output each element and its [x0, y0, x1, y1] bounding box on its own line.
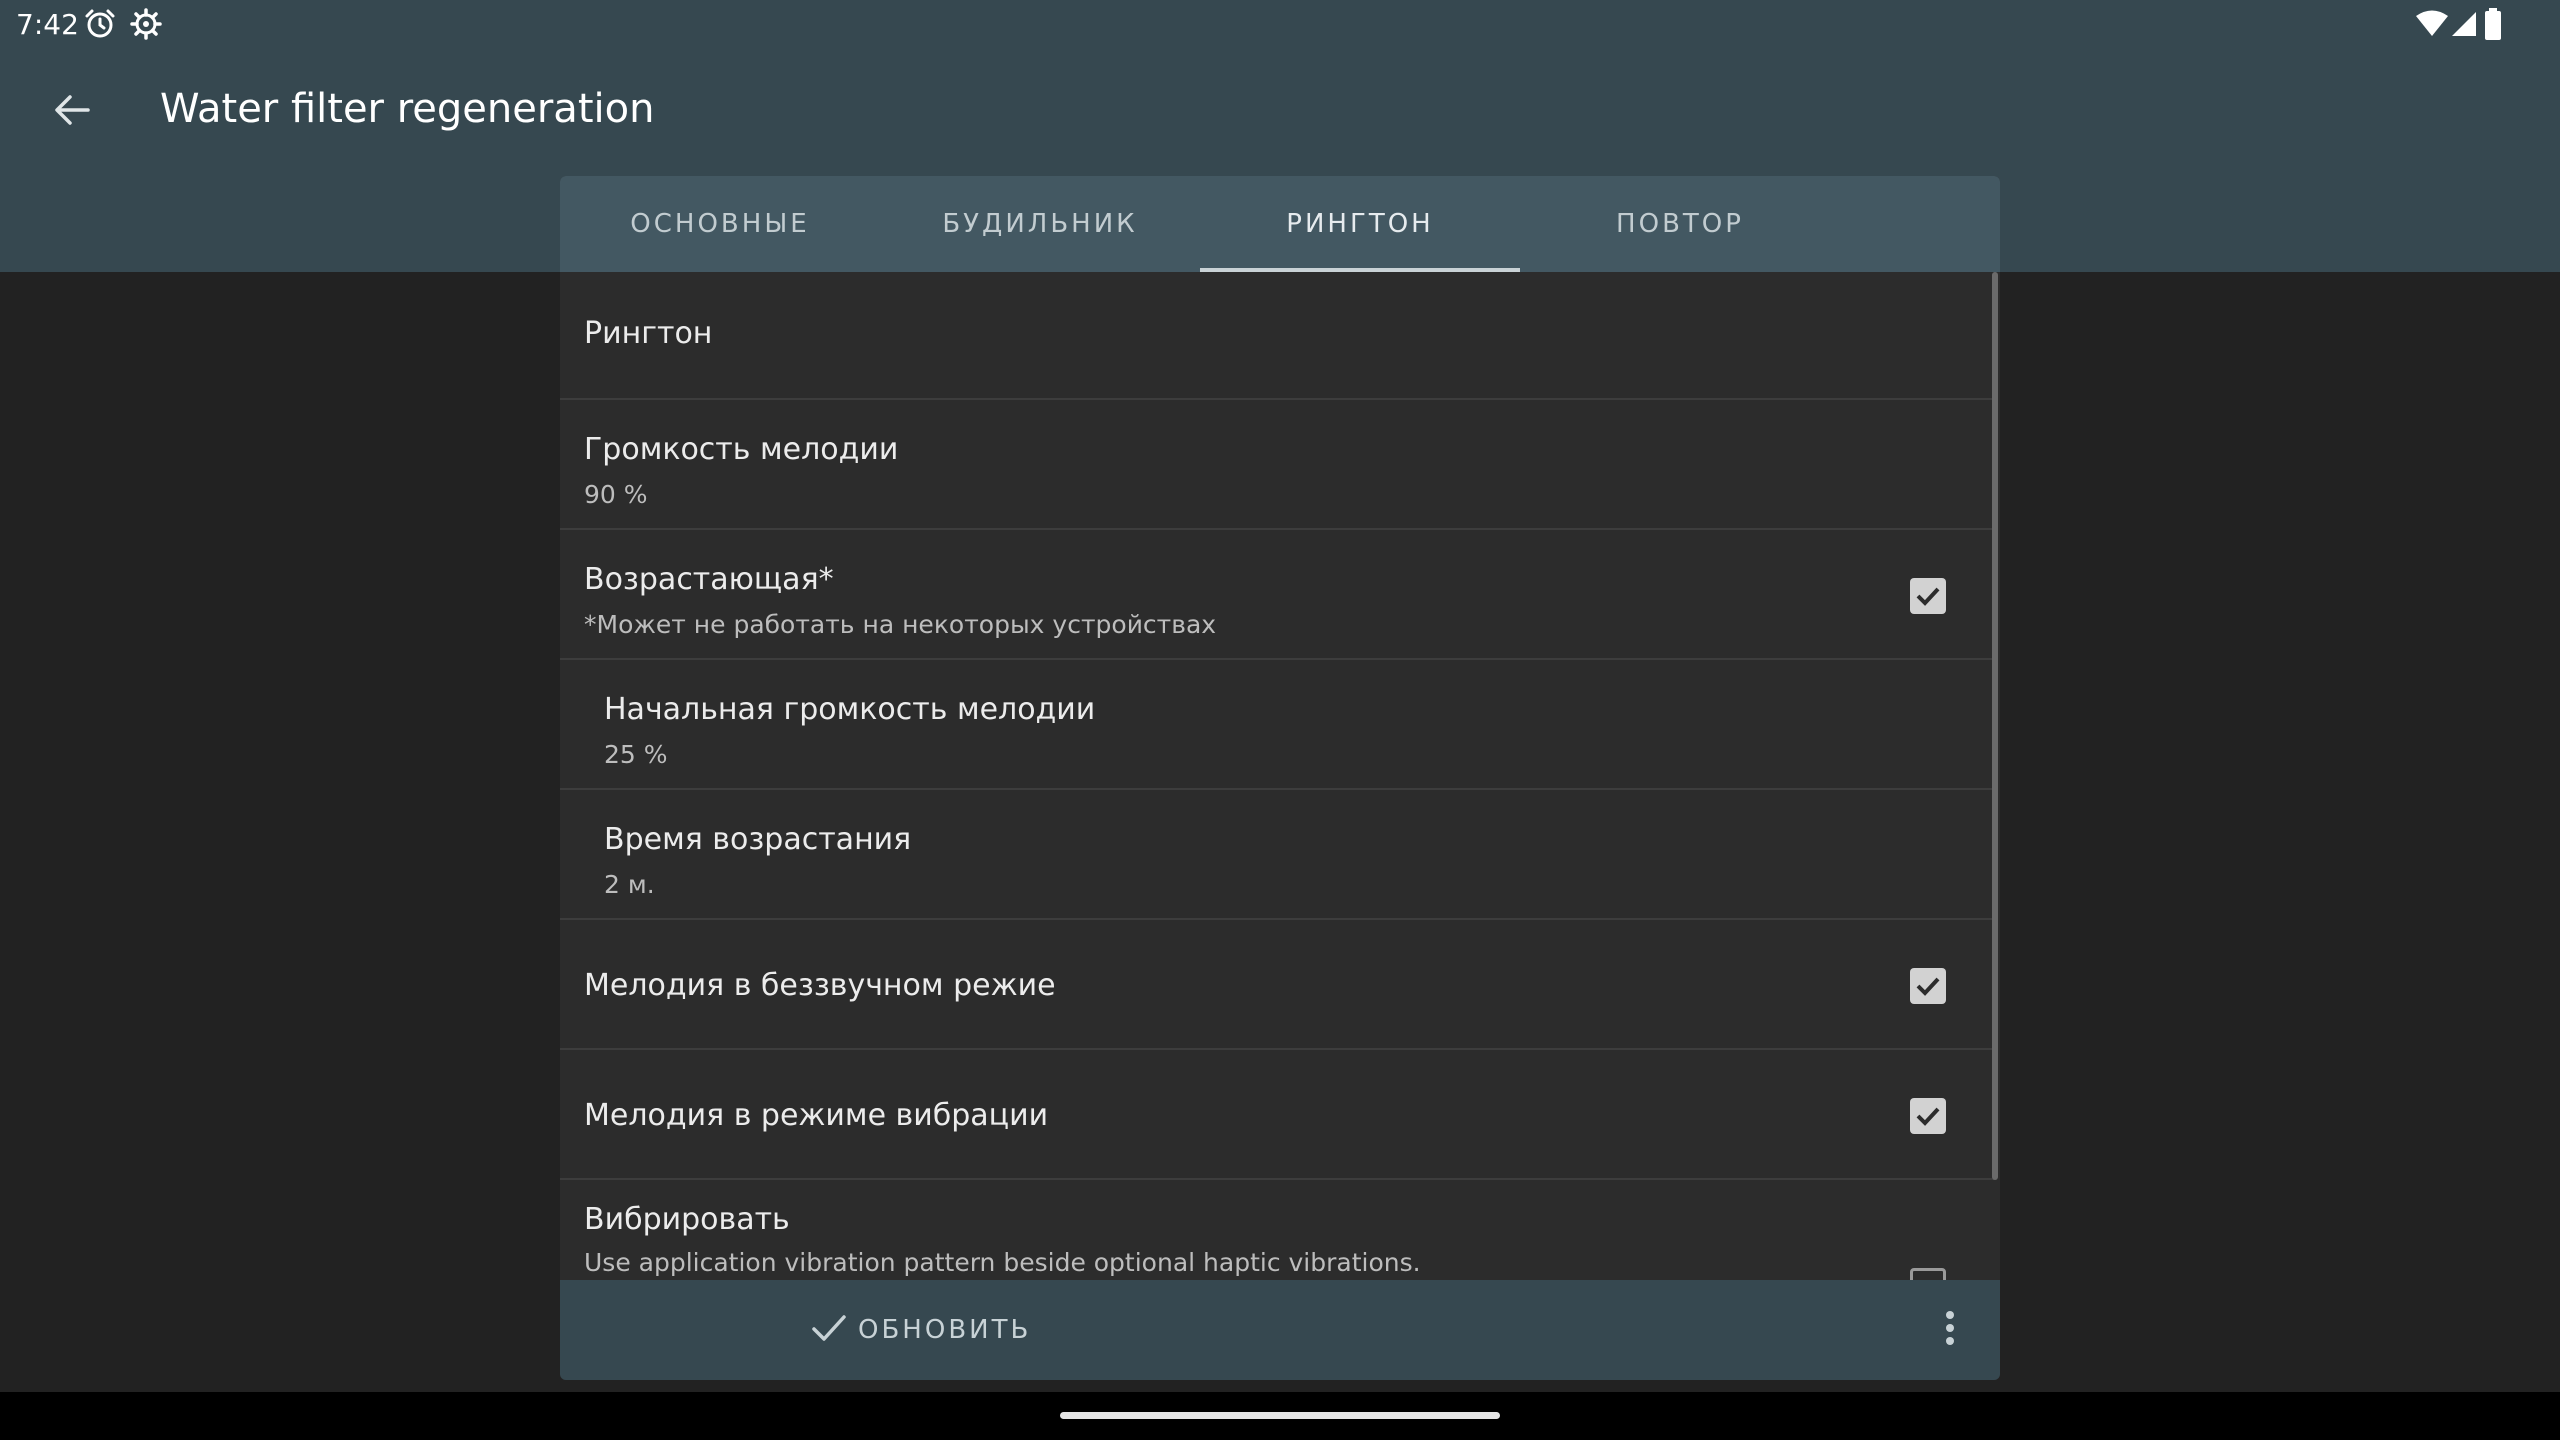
- setting-description: *Может не работать на некоторых устройст…: [584, 610, 1217, 639]
- vibration-mode-checkbox[interactable]: [1910, 1098, 1946, 1134]
- settings-list[interactable]: Рингтон Громкость мелодии 90 % Возрастаю…: [560, 272, 2000, 1284]
- check-icon: [1916, 977, 1940, 996]
- wifi-icon: [2416, 10, 2448, 42]
- tab-bar: ОСНОВНЫЕ БУДИЛЬНИК РИНГТОН ПОВТОР: [560, 176, 2000, 272]
- tab-ringtone[interactable]: РИНГТОН: [1200, 176, 1520, 272]
- tab-label: БУДИЛЬНИК: [942, 209, 1138, 239]
- more-vert-icon: [1944, 1310, 1956, 1350]
- setting-vibrate[interactable]: Вибрировать Use application vibration pa…: [560, 1182, 1994, 1284]
- setting-title: Время возрастания: [604, 822, 912, 857]
- bottom-action-bar: ОБНОВИТЬ: [560, 1280, 2000, 1380]
- tab-label: РИНГТОН: [1286, 209, 1434, 239]
- increasing-checkbox[interactable]: [1910, 578, 1946, 614]
- page-title: Water filter regeneration: [160, 86, 655, 132]
- settings-panel: ОСНОВНЫЕ БУДИЛЬНИК РИНГТОН ПОВТОР Рингто…: [560, 176, 2000, 1380]
- system-nav-bar: [0, 1392, 2560, 1440]
- setting-value: 90 %: [584, 480, 648, 509]
- tab-main[interactable]: ОСНОВНЫЕ: [560, 176, 880, 272]
- battery-icon: [2484, 8, 2502, 44]
- setting-title: Мелодия в режиме вибрации: [584, 1098, 1049, 1133]
- tab-label: ОСНОВНЫЕ: [630, 209, 810, 239]
- setting-value: 2 м.: [604, 870, 655, 899]
- status-time: 7:42: [16, 8, 79, 41]
- setting-ringtone-volume[interactable]: Громкость мелодии 90 %: [560, 402, 1994, 530]
- setting-start-volume[interactable]: Начальная громкость мелодии 25 %: [560, 662, 1994, 790]
- check-icon: [1916, 587, 1940, 606]
- tab-repeat[interactable]: ПОВТОР: [1520, 176, 1840, 272]
- tab-label: ПОВТОР: [1616, 209, 1744, 239]
- back-button[interactable]: [44, 84, 100, 140]
- cellular-signal-icon: [2450, 10, 2478, 42]
- setting-title: Вибрировать: [584, 1202, 790, 1237]
- setting-increase-time[interactable]: Время возрастания 2 м.: [560, 792, 1994, 920]
- setting-title: Рингтон: [584, 316, 713, 351]
- alarm-icon: [84, 8, 116, 44]
- setting-increasing[interactable]: Возрастающая* *Может не работать на неко…: [560, 532, 1994, 660]
- arrow-back-icon: [54, 92, 90, 132]
- settings-gear-icon: [130, 8, 162, 44]
- setting-value: 25 %: [604, 740, 668, 769]
- more-options-button[interactable]: [1926, 1306, 1974, 1354]
- home-gesture-handle[interactable]: [1060, 1412, 1500, 1419]
- update-button[interactable]: ОБНОВИТЬ: [810, 1300, 1050, 1360]
- check-icon: [1916, 1107, 1940, 1126]
- setting-title: Возрастающая*: [584, 562, 834, 597]
- setting-silent-mode-melody[interactable]: Мелодия в беззвучном режие: [560, 922, 1994, 1050]
- setting-description: Use application vibration pattern beside…: [584, 1248, 1421, 1277]
- update-label: ОБНОВИТЬ: [858, 1315, 1032, 1345]
- setting-title: Мелодия в беззвучном режие: [584, 968, 1056, 1003]
- scrollbar[interactable]: [1992, 272, 1998, 1180]
- silent-mode-checkbox[interactable]: [1910, 968, 1946, 1004]
- setting-title: Громкость мелодии: [584, 432, 899, 467]
- setting-vibration-mode-melody[interactable]: Мелодия в режиме вибрации: [560, 1052, 1994, 1180]
- setting-title: Начальная громкость мелодии: [604, 692, 1096, 727]
- setting-ringtone[interactable]: Рингтон: [560, 272, 1994, 400]
- check-icon: [810, 1309, 848, 1351]
- tab-alarm[interactable]: БУДИЛЬНИК: [880, 176, 1200, 272]
